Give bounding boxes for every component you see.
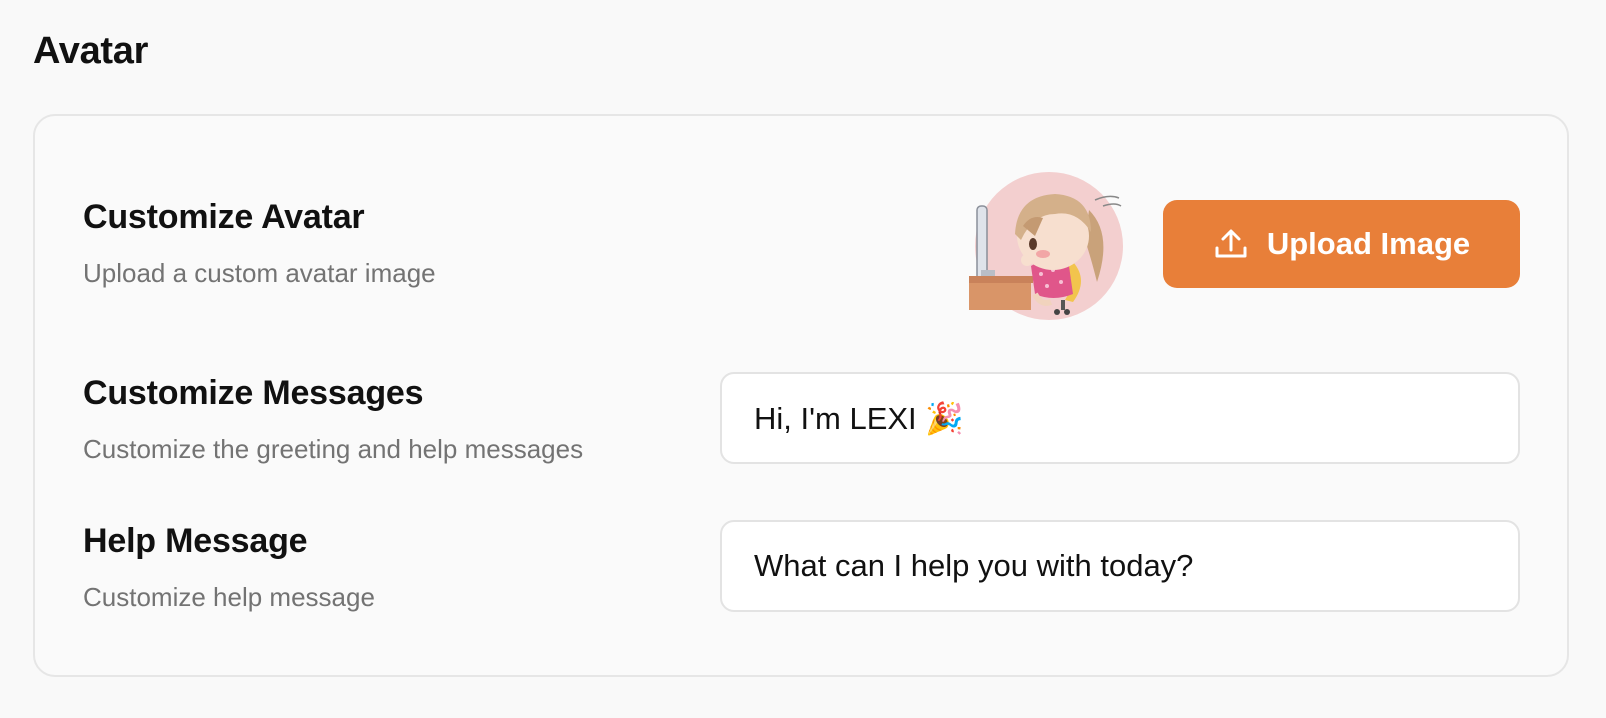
avatar-settings-card: Customize Avatar Upload a custom avatar … xyxy=(33,114,1569,677)
avatar-image xyxy=(969,170,1125,326)
customize-avatar-description: Upload a custom avatar image xyxy=(83,258,436,288)
help-message-description: Customize help message xyxy=(83,582,375,612)
customize-messages-description: Customize the greeting and help messages xyxy=(83,434,584,464)
upload-icon xyxy=(1213,226,1249,262)
customize-avatar-title: Customize Avatar xyxy=(83,198,365,236)
greeting-message-input[interactable] xyxy=(720,372,1520,464)
page-title: Avatar xyxy=(33,30,149,72)
customize-messages-title: Customize Messages xyxy=(83,374,424,412)
help-message-title: Help Message xyxy=(83,522,308,560)
upload-image-label: Upload Image xyxy=(1266,226,1471,261)
help-message-input[interactable] xyxy=(720,520,1520,612)
upload-image-button[interactable]: Upload Image xyxy=(1163,200,1520,288)
